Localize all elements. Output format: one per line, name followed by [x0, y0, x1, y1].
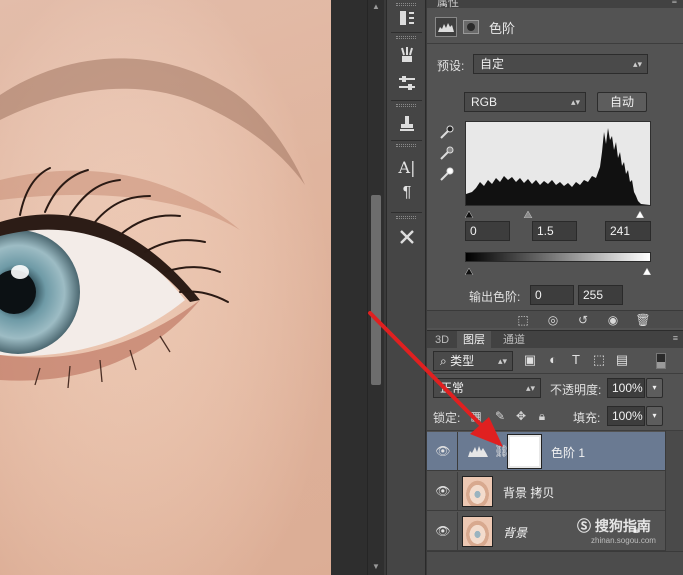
- visibility-eye-icon[interactable]: ◉: [605, 312, 621, 328]
- chain-link-icon[interactable]: ⛓︎: [494, 444, 509, 458]
- chevron-updown-icon: ▴▾: [497, 356, 507, 366]
- fill-label: 填充:: [573, 411, 601, 425]
- input-gamma-field[interactable]: 1.5: [532, 221, 577, 241]
- eye-photo: [0, 0, 331, 575]
- adjust-icon[interactable]: [395, 72, 419, 94]
- layers-tab-bar: 3D 图层 通道 ≡: [427, 330, 683, 349]
- stamp-icon[interactable]: [395, 112, 419, 134]
- chevron-updown-icon: ▴▾: [632, 59, 642, 69]
- canvas-pasteboard: [331, 0, 367, 575]
- right-panel-dock: 属性 ≡ 色阶 预设: 自定 ▴▾ RGB ▴▾ 自动 0 1.5 241 输出…: [427, 0, 683, 575]
- scrollbar-thumb[interactable]: [371, 195, 381, 385]
- visibility-eye-icon[interactable]: 👁︎: [435, 484, 451, 498]
- levels-histogram: [465, 121, 651, 206]
- layer-name[interactable]: 色阶 1: [551, 444, 585, 461]
- sogou-logo-icon: Ⓢ: [577, 518, 591, 534]
- view-previous-icon[interactable]: ◎: [545, 312, 561, 328]
- layer-mask-thumbnail[interactable]: [507, 434, 542, 469]
- search-icon: ⌕: [440, 354, 451, 368]
- tool-preset-icon[interactable]: [395, 226, 419, 248]
- history-icon[interactable]: [395, 7, 419, 29]
- properties-footer: ⬚ ◎ ↺ ◉ 🗑: [427, 310, 683, 328]
- filter-smart-object-icon[interactable]: ▤: [614, 352, 630, 368]
- lock-transparent-icon[interactable]: ▦: [469, 408, 483, 424]
- watermark: Ⓢ 搜狗指南 zhinan.sogou.com: [577, 518, 656, 545]
- levels-adjustment-icon: [467, 444, 489, 461]
- fill-dropdown-icon[interactable]: ▾: [646, 406, 663, 426]
- output-white-field[interactable]: 255: [578, 285, 623, 305]
- channel-select[interactable]: RGB ▴▾: [464, 92, 586, 112]
- reset-icon[interactable]: ↺: [575, 312, 591, 328]
- eyedropper-white-icon[interactable]: [439, 167, 455, 183]
- grip-icon[interactable]: [396, 216, 416, 219]
- layer-thumbnail: [462, 516, 493, 547]
- image-canvas[interactable]: [0, 0, 331, 575]
- visibility-eye-icon[interactable]: 👁︎: [435, 444, 451, 458]
- lock-position-icon[interactable]: ✥: [514, 408, 528, 424]
- blend-mode-select[interactable]: 正常 ▴▾: [433, 378, 541, 398]
- grip-icon[interactable]: [396, 144, 416, 147]
- scroll-up-icon[interactable]: ▲: [371, 2, 381, 11]
- opacity-dropdown-icon[interactable]: ▾: [646, 378, 663, 398]
- output-levels-slider[interactable]: [464, 264, 652, 276]
- opacity-label: 不透明度:: [550, 383, 602, 397]
- canvas-vertical-scrollbar[interactable]: ▲ ▼: [367, 0, 384, 575]
- grip-icon[interactable]: [396, 104, 416, 107]
- character-icon[interactable]: A|: [395, 156, 419, 178]
- input-black-field[interactable]: 0: [465, 221, 510, 241]
- layer-name[interactable]: 背景 拷贝: [503, 484, 554, 501]
- tab-3d[interactable]: 3D: [429, 331, 455, 349]
- panel-tool-strip: A| ¶: [386, 0, 426, 575]
- brush-preset-icon[interactable]: [395, 44, 419, 66]
- clip-to-layer-icon[interactable]: ⬚: [515, 312, 531, 328]
- filter-shape-icon[interactable]: ⬚: [591, 352, 607, 368]
- properties-header: 属性 ≡: [427, 0, 683, 9]
- properties-title: 属性: [437, 0, 459, 9]
- grip-icon[interactable]: [396, 3, 416, 6]
- output-black-field[interactable]: 0: [530, 285, 574, 305]
- adjustment-name: 色阶: [489, 20, 516, 36]
- levels-histogram-icon[interactable]: [435, 17, 457, 37]
- scroll-down-icon[interactable]: ▼: [371, 562, 381, 571]
- layer-mask-icon[interactable]: [463, 20, 479, 34]
- chevron-updown-icon: ▴▾: [525, 383, 535, 393]
- auto-button[interactable]: 自动: [597, 92, 647, 112]
- filter-toggle[interactable]: [656, 353, 666, 369]
- preset-label: 预设:: [437, 59, 465, 73]
- grip-icon[interactable]: [396, 36, 416, 39]
- filter-pixel-icon[interactable]: ▣: [522, 352, 538, 368]
- lock-all-icon[interactable]: 🔒︎: [535, 408, 549, 424]
- fill-field[interactable]: 100%: [607, 406, 645, 426]
- chevron-updown-icon: ▴▾: [570, 97, 580, 107]
- delete-trash-icon[interactable]: 🗑: [635, 312, 651, 328]
- tab-layers[interactable]: 图层: [457, 331, 491, 349]
- filter-adjustment-icon[interactable]: ◐: [545, 352, 561, 368]
- layer-thumbnail: [462, 476, 493, 507]
- output-gradient-bar: [465, 252, 651, 262]
- layer-row-background-copy[interactable]: 👁︎ 背景 拷贝: [427, 472, 665, 511]
- input-levels-slider[interactable]: [464, 207, 651, 219]
- preset-select[interactable]: 自定 ▴▾: [473, 54, 648, 74]
- lock-image-icon[interactable]: ✎: [493, 408, 507, 424]
- opacity-field[interactable]: 100%: [607, 378, 645, 398]
- filter-type-icon[interactable]: T: [568, 352, 584, 368]
- eyedropper-black-icon[interactable]: [439, 125, 455, 141]
- layer-name[interactable]: 背景: [503, 524, 527, 541]
- lock-label: 锁定:: [433, 411, 461, 425]
- input-white-field[interactable]: 241: [605, 221, 651, 241]
- eyedropper-gray-icon[interactable]: [439, 146, 455, 162]
- tab-channels[interactable]: 通道: [497, 331, 531, 349]
- paragraph-icon[interactable]: ¶: [395, 182, 419, 204]
- layer-row-levels[interactable]: 👁︎ ⛓︎ 色阶 1: [427, 432, 665, 471]
- panel-menu-icon[interactable]: ≡: [672, 0, 677, 6]
- panel-menu-icon[interactable]: ≡: [673, 333, 678, 343]
- layer-filter-row: ⌕ 类型 ▴▾ ▣ ◐ T ⬚ ▤: [427, 349, 683, 373]
- output-levels-label: 输出色阶:: [469, 290, 521, 304]
- visibility-eye-icon[interactable]: 👁︎: [435, 524, 451, 538]
- filter-kind-select[interactable]: ⌕ 类型 ▴▾: [433, 351, 513, 371]
- adjustment-title-row: 色阶: [435, 16, 515, 38]
